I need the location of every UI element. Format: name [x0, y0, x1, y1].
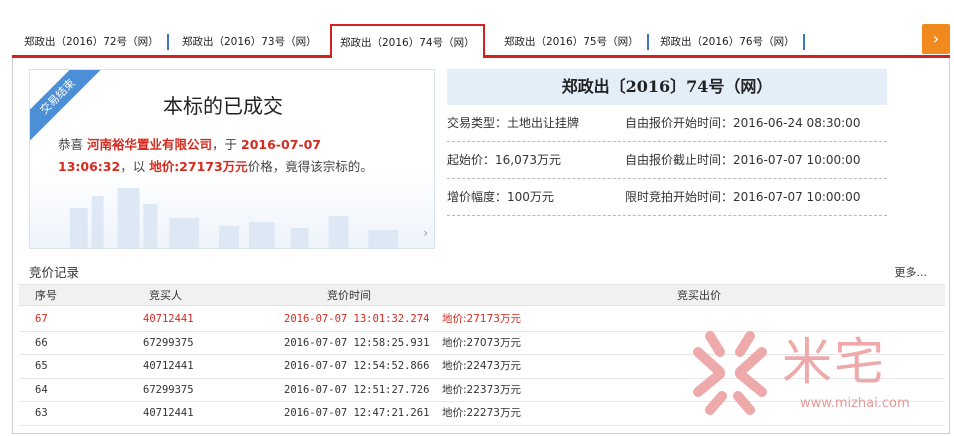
cell-time: 2016-07-07 12:54:52.866: [284, 360, 430, 372]
cell-price: 地价:22273万元: [442, 407, 521, 419]
tab-separator: [646, 34, 649, 50]
cell-time: 2016-07-07 12:47:21.261: [284, 407, 430, 419]
cell-no: 63: [35, 407, 48, 419]
result-suffix: 价格，竟得该宗标的。: [247, 159, 373, 174]
trade-type: 交易类型：土地出让挂牌: [447, 116, 580, 130]
cell-no: 67: [35, 313, 48, 325]
lot-info: 郑政出〔2016〕74号（网） 交易类型：土地出让挂牌 自由报价开始时间：201…: [447, 69, 887, 216]
tab-72[interactable]: 郑政出（2016）72号（网）: [16, 30, 169, 54]
info-row: 交易类型：土地出让挂牌 自由报价开始时间：2016-06-24 08:30:00: [447, 105, 887, 142]
chevron-right-icon: ›: [932, 29, 940, 48]
table-row: 66 67299375 2016-07-07 12:58:25.931 地价:2…: [19, 332, 945, 355]
cell-no: 64: [35, 383, 48, 396]
table-row: 64 67299375 2016-07-07 12:51:27.726 地价:2…: [19, 379, 945, 402]
cell-bidder: 40712441: [143, 360, 194, 372]
table-row: 67 40712441 2016-07-07 13:01:32.274 地价:2…: [19, 308, 945, 332]
cell-price: 地价:27173万元: [442, 313, 521, 325]
tab-label: 郑政出（2016）76号（网）: [660, 36, 795, 48]
result-text: 恭喜 河南裕华置业有限公司，于 2016-07-07 13:06:32，以 地价…: [58, 134, 418, 178]
records-table-body: 67 40712441 2016-07-07 13:01:32.274 地价:2…: [19, 308, 945, 426]
col-header-no: 序号: [35, 289, 57, 302]
tab-label: 郑政出（2016）75号（网）: [504, 36, 639, 48]
cell-time: 2016-07-07 13:01:32.274: [284, 313, 430, 325]
deal-price: 地价:27173万元: [149, 159, 248, 174]
result-sep-1: ，于: [212, 137, 238, 152]
cell-time: 2016-07-07 12:51:27.726: [284, 383, 430, 396]
bid-end-time: 自由报价截止时间：2016-07-07 10:00:00: [625, 153, 861, 167]
tab-next-button[interactable]: ›: [922, 24, 950, 54]
bid-start-time: 自由报价开始时间：2016-06-24 08:30:00: [625, 116, 861, 130]
deal-time: 13:06:32: [58, 159, 121, 174]
tab-75[interactable]: 郑政出（2016）75号（网）: [496, 30, 649, 54]
tab-74[interactable]: 郑政出（2016）74号（网）: [330, 24, 485, 58]
lot-title: 郑政出〔2016〕74号（网）: [447, 69, 887, 105]
bid-records-heading: 竞价记录: [29, 265, 80, 280]
tab-label: 郑政出（2016）72号（网）: [24, 36, 159, 48]
more-link[interactable]: 更多...: [895, 264, 928, 280]
result-title: 本标的已成交: [163, 94, 283, 118]
city-skyline-image: [69, 188, 399, 248]
info-row: 增价幅度：100万元 限时竞拍开始时间：2016-07-07 10:00:00: [447, 179, 887, 216]
table-row: 65 40712441 2016-07-07 12:54:52.866 地价:2…: [19, 355, 945, 379]
timed-auction-start: 限时竞拍开始时间：2016-07-07 10:00:00: [625, 190, 861, 204]
tab-76[interactable]: 郑政出（2016）76号（网）: [652, 30, 805, 54]
col-header-time: 竞价时间: [327, 289, 371, 302]
tab-bar: 郑政出（2016）72号（网） 郑政出（2016）73号（网） 郑政出（2016…: [12, 22, 950, 58]
tab-separator: [166, 34, 169, 50]
tab-separator: [802, 34, 805, 50]
cell-price: 地价:22373万元: [442, 383, 521, 396]
start-price: 起始价：16,073万元: [447, 153, 561, 167]
cell-time: 2016-07-07 12:58:25.931: [284, 336, 430, 349]
cell-price: 地价:27073万元: [442, 336, 521, 349]
records-table-header: 序号 竞买人 竞价时间 竞买出价: [19, 284, 945, 306]
cell-bidder: 40712441: [143, 407, 194, 419]
col-header-bidder: 竞买人: [149, 289, 182, 302]
cell-price: 地价:22473万元: [442, 360, 521, 372]
tab-label: 郑政出（2016）73号（网）: [182, 36, 317, 48]
cell-no: 66: [35, 336, 48, 349]
result-card: 交易结束 本标的已成交 恭喜 河南裕华置业有限公司，于 2016-07-07 1…: [29, 69, 435, 249]
cell-bidder: 40712441: [143, 313, 194, 325]
auction-panel: 交易结束 本标的已成交 恭喜 河南裕华置业有限公司，于 2016-07-07 1…: [12, 58, 950, 434]
congrats-label: 恭喜: [58, 137, 84, 152]
price-increment: 增价幅度：100万元: [447, 190, 554, 204]
winner-name: 河南裕华置业有限公司: [87, 137, 213, 152]
cell-bidder: 67299375: [143, 383, 194, 396]
tab-label: 郑政出（2016）74号（网）: [340, 37, 475, 49]
cell-no: 65: [35, 360, 48, 372]
info-row: 起始价：16,073万元 自由报价截止时间：2016-07-07 10:00:0…: [447, 142, 887, 179]
col-header-price: 竞买出价: [677, 289, 721, 302]
result-sep-2: ，以: [120, 159, 146, 174]
deal-date: 2016-07-07: [241, 137, 321, 152]
cell-bidder: 67299375: [143, 336, 194, 349]
chevron-right-icon[interactable]: ›: [423, 226, 428, 240]
table-row: 63 40712441 2016-07-07 12:47:21.261 地价:2…: [19, 402, 945, 426]
tab-73[interactable]: 郑政出（2016）73号（网）: [174, 30, 325, 54]
